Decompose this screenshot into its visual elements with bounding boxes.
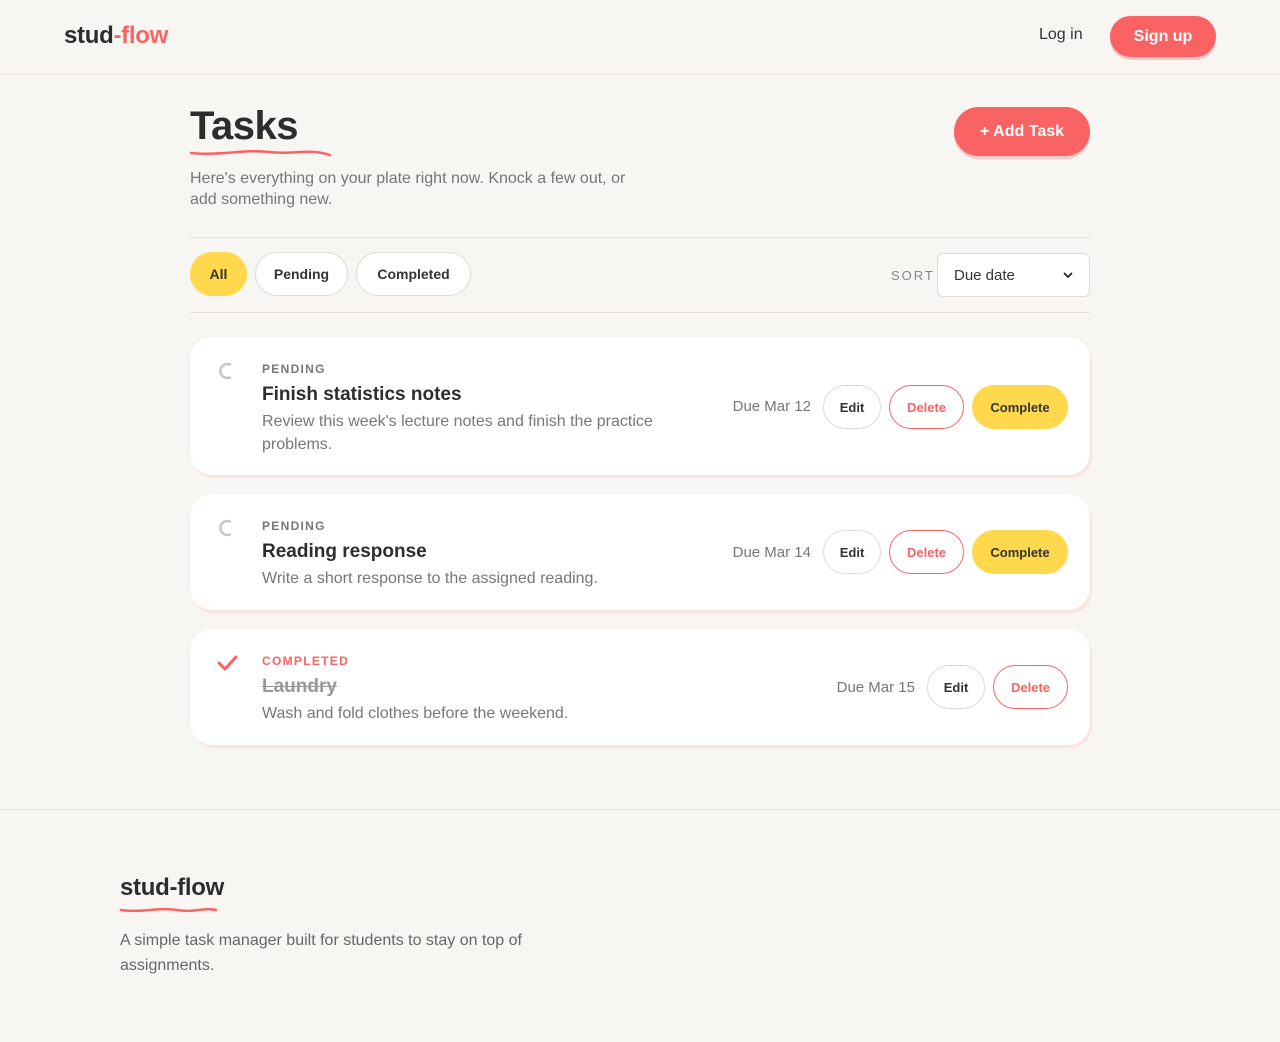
filter-pending-label: Pending [273,266,330,282]
task-description: Wash and fold clothes before the weekend… [262,705,569,722]
edit-button[interactable]: Edit [823,530,881,574]
edit-button[interactable]: Edit [927,665,985,709]
task-due-date: Due Mar 12 [732,398,811,415]
complete-button[interactable]: Complete [972,530,1068,574]
task-description: Write a short response to the assigned r… [262,570,598,587]
sort-select-value: Due date [954,266,1015,284]
filter-completed[interactable]: Completed [356,252,471,296]
brand-logo-part1: stud [64,22,114,49]
footer-brand-underline-squiggle [119,907,218,913]
task-description: Review this week's lecture notes and fin… [262,413,653,453]
signup-button[interactable]: Sign up [1110,16,1216,57]
page-subtitle: Here's everything on your plate right no… [190,170,626,208]
task-card: PENDING Reading response Write a short r… [190,494,1090,610]
title-underline-squiggle [189,150,332,157]
task-status-label: PENDING [262,362,326,376]
top-navigation-bar: stud-flow Log in Sign up [0,0,1280,75]
task-card: COMPLETED Laundry Wash and fold clothes … [190,629,1090,745]
add-task-button[interactable]: + Add Task [954,107,1090,156]
login-link[interactable]: Log in [1039,26,1083,44]
task-card: PENDING Finish statistics notes Review t… [190,337,1090,475]
task-status-label: COMPLETED [262,654,350,668]
task-title: Laundry [262,676,337,697]
page-title: Tasks [190,104,298,148]
delete-button[interactable]: Delete [889,530,964,574]
checkmark-icon [217,655,238,671]
footer-brand: stud-flow [120,874,224,901]
divider [190,237,1090,238]
delete-button[interactable]: Delete [889,385,964,429]
filter-all-label: All [209,266,228,282]
pending-spinner-icon [219,362,232,380]
task-status-label: PENDING [262,519,326,533]
sort-label: SORT [891,268,935,283]
task-due-date: Due Mar 14 [732,544,811,561]
complete-button[interactable]: Complete [972,385,1068,429]
sort-select[interactable]: Due date [937,253,1090,297]
footer-tagline: A simple task manager built for students… [120,932,522,974]
filter-pending[interactable]: Pending [255,252,348,296]
footer: stud-flow A simple task manager built fo… [0,809,1280,1042]
task-title: Reading response [262,541,427,562]
delete-button[interactable]: Delete [993,665,1068,709]
brand-logo-part2: -flow [113,22,168,49]
filter-completed-label: Completed [377,266,450,282]
filter-all[interactable]: All [190,252,247,296]
chevron-down-icon [1063,272,1073,278]
brand-logo[interactable]: stud-flow [64,22,168,50]
divider [190,312,1090,313]
task-due-date: Due Mar 15 [836,679,915,696]
pending-spinner-icon [219,519,232,537]
task-title: Finish statistics notes [262,384,462,405]
edit-button[interactable]: Edit [823,385,881,429]
